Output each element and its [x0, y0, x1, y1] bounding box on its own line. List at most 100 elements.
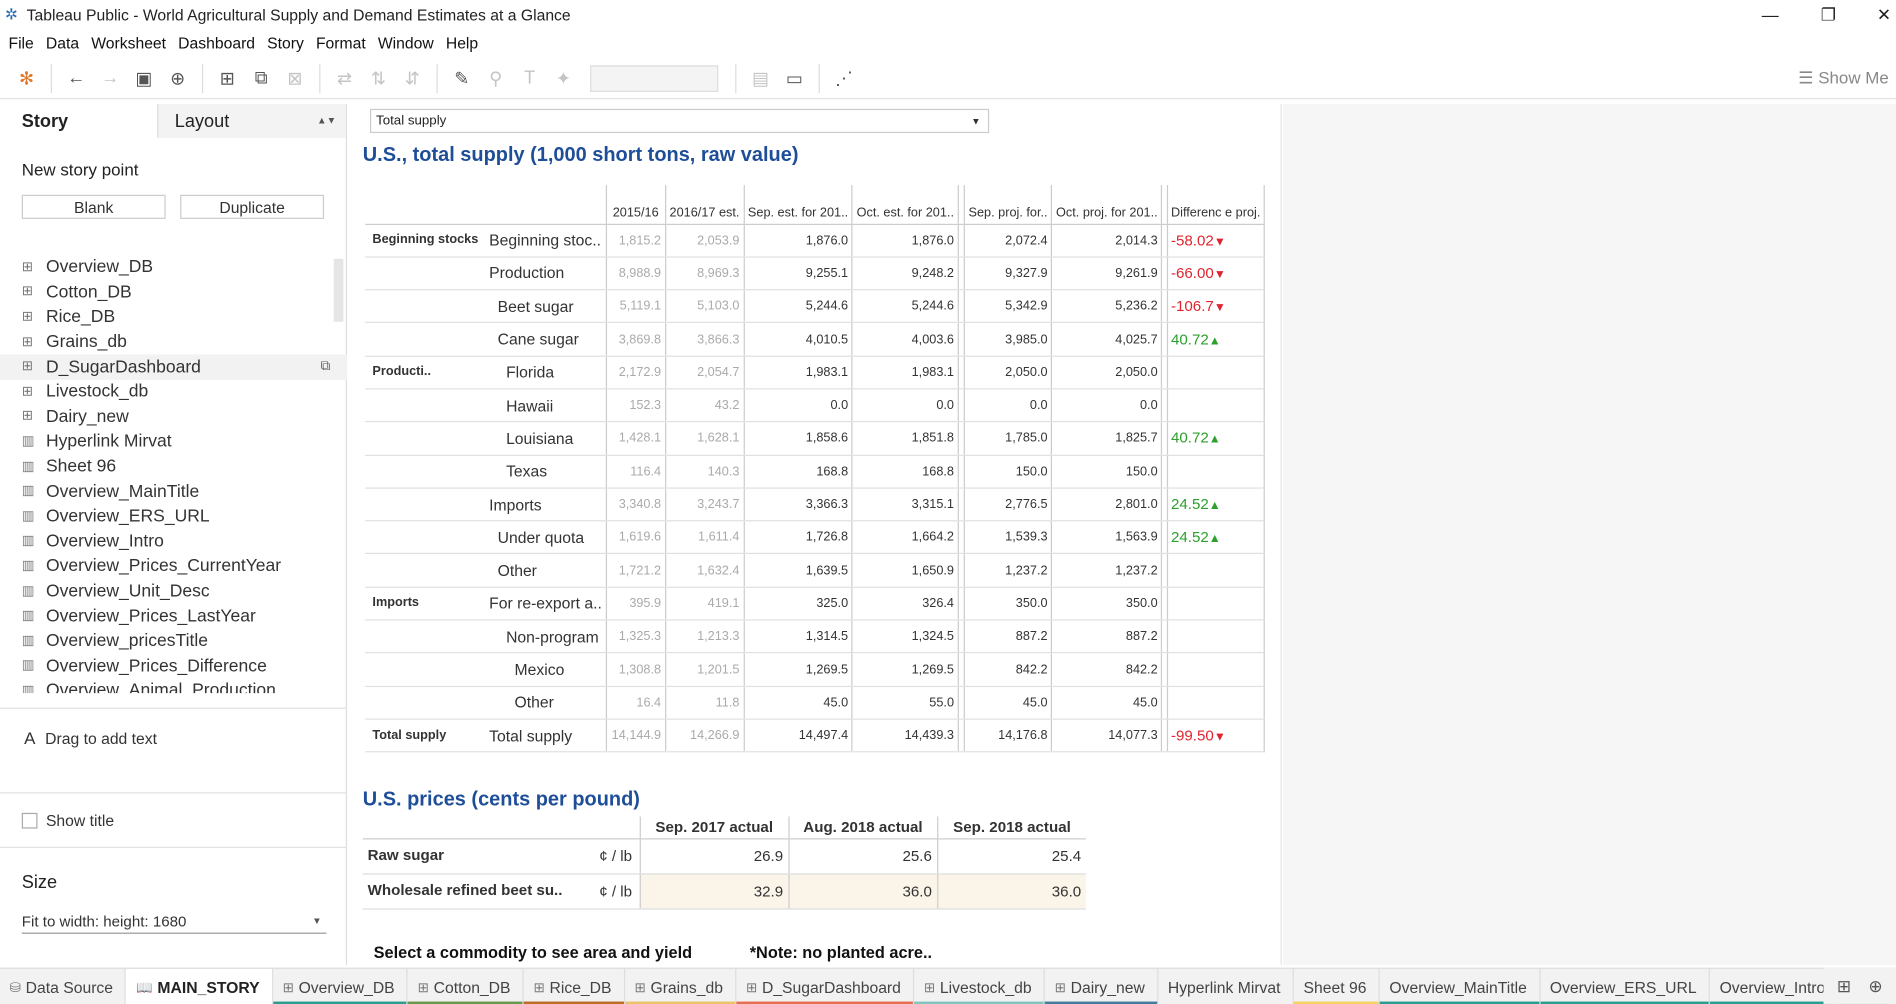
- menu-dashboard[interactable]: Dashboard: [172, 33, 261, 51]
- sheet-tab[interactable]: Hyperlink Mirvat: [1158, 968, 1294, 1004]
- sidebar-item[interactable]: ⊞ Cotton_DB: [0, 280, 347, 305]
- table-cell: 8,988.9: [605, 256, 666, 291]
- sidebar-item[interactable]: ⊞ Grains_db: [0, 330, 347, 355]
- sheet-tab[interactable]: ⊞ Rice_DB: [523, 968, 625, 1004]
- size-dropdown[interactable]: Fit to width: height: 1680 ▼: [21, 910, 327, 934]
- worksheet-icon: ▥: [21, 683, 35, 694]
- sidebar-item[interactable]: ▥ Overview_Prices_CurrentYear: [0, 554, 347, 579]
- sheet-tab[interactable]: Overview_ERS_URL: [1540, 968, 1710, 1004]
- sidebar-item[interactable]: ⊞ Overview_DB: [0, 255, 347, 280]
- menu-worksheet[interactable]: Worksheet: [85, 33, 172, 51]
- menu-data[interactable]: Data: [40, 33, 85, 51]
- supply-filter-dropdown[interactable]: Total supply ▼: [370, 108, 990, 134]
- drag-text-item[interactable]: A Drag to add text: [24, 728, 157, 747]
- sidebar-item[interactable]: ⊞ Dairy_new: [0, 405, 347, 430]
- clear-sheet-icon[interactable]: ⊠: [278, 61, 312, 95]
- menu-story[interactable]: Story: [261, 33, 310, 51]
- sidebar-item[interactable]: ▥ Overview_Prices_Difference: [0, 654, 347, 679]
- sidebar-item[interactable]: ⊞ Livestock_db: [0, 380, 347, 405]
- new-worksheet-icon[interactable]: ⊞: [1828, 976, 1859, 997]
- table-cell: 1,269.5: [851, 653, 959, 687]
- sidebar-item[interactable]: ▥ Overview_pricesTitle: [0, 629, 347, 654]
- dashboard-icon: ⊞: [21, 359, 33, 374]
- sort-ascending-icon[interactable]: ⇅: [362, 61, 396, 95]
- worksheet-icon: ▥: [21, 533, 35, 549]
- presentation-mode-icon[interactable]: ▭: [778, 61, 812, 95]
- undo-icon[interactable]: ←: [59, 61, 93, 95]
- sheet-tab[interactable]: ⊞ Livestock_db: [914, 968, 1045, 1004]
- labels-icon[interactable]: T: [513, 61, 547, 95]
- separator: [201, 63, 204, 93]
- sheet-tab-label: Overview_ERS_URL: [1549, 977, 1697, 997]
- new-worksheet-icon[interactable]: ⊞: [210, 61, 244, 95]
- menu-format[interactable]: Format: [310, 33, 372, 51]
- sheet-tab-actions: ⊞ ⊕: [1823, 967, 1896, 1004]
- table-row: Beginning stocks Beginning stoc.. 1,815.2 2…: [365, 223, 1266, 258]
- sidebar-item[interactable]: ⊞ Rice_DB: [0, 305, 347, 330]
- table-row: Mexico 1,308.8 1,201.5 1,269.5 1,269.5 842.2 8…: [365, 653, 1266, 687]
- sort-descending-icon[interactable]: ⇵: [395, 61, 429, 95]
- sidebar-item[interactable]: ▥ Overview_Intro: [0, 529, 347, 554]
- highlight-icon[interactable]: ✎: [445, 61, 479, 95]
- scrollbar-thumb[interactable]: [333, 258, 344, 322]
- sheet-tab[interactable]: Overview_Intro: [1709, 968, 1839, 1004]
- show-cards-icon[interactable]: ▤: [744, 61, 778, 95]
- menu-window[interactable]: Window: [372, 33, 440, 51]
- sidebar-item[interactable]: ▥ Overview_Animal_Production: [0, 679, 347, 693]
- menu-help[interactable]: Help: [440, 33, 484, 51]
- sidebar-item[interactable]: ▥ Hyperlink Mirvat: [0, 430, 347, 455]
- row-group-label: Producti..: [365, 355, 482, 390]
- duplicate-button[interactable]: Duplicate: [180, 194, 325, 219]
- save-icon[interactable]: ▣: [127, 61, 161, 95]
- redo-icon[interactable]: →: [93, 61, 127, 95]
- sheet-tab[interactable]: Sheet 96: [1293, 968, 1380, 1004]
- sheet-tab[interactable]: Overview_MainTitle: [1379, 968, 1541, 1004]
- sheet-tab[interactable]: ⊞ D_SugarDashboard: [736, 968, 915, 1004]
- sheet-tab[interactable]: 📖 MAIN_STORY: [126, 968, 273, 1004]
- sheet-tab[interactable]: ⊞ Grains_db: [624, 968, 737, 1004]
- sidebar-item[interactable]: ⊞ D_SugarDashboard ⧉: [0, 354, 348, 380]
- sidebar-item[interactable]: ▥ Overview_MainTitle: [0, 479, 347, 504]
- maximize-button[interactable]: ❐: [1800, 0, 1856, 29]
- pin-icon[interactable]: ✦: [547, 61, 581, 95]
- table-cell: 168.8: [743, 454, 853, 489]
- sheet-tab-label: Grains_db: [650, 977, 724, 997]
- sheet-tab[interactable]: ⊞ Cotton_DB: [407, 968, 524, 1004]
- tab-story[interactable]: Story: [0, 104, 157, 138]
- divider: [0, 792, 348, 794]
- table-cell: 55.0: [851, 686, 959, 720]
- blank-button[interactable]: Blank: [21, 194, 166, 219]
- sidebar-item-label: Overview_pricesTitle: [45, 631, 209, 652]
- duplicate-sheet-icon[interactable]: ⧉: [244, 61, 278, 95]
- show-title-checkbox[interactable]: Show title: [21, 812, 114, 830]
- tab-layout[interactable]: Layout ▲▼: [156, 104, 346, 138]
- tableau-start-icon[interactable]: ✻: [10, 61, 44, 95]
- new-dashboard-icon[interactable]: ⊕: [1860, 976, 1891, 997]
- sidebar-item[interactable]: ▥ Sheet 96: [0, 455, 347, 480]
- swap-icon[interactable]: ⇄: [328, 61, 362, 95]
- new-datasource-icon[interactable]: ⊕: [161, 61, 195, 95]
- group-icon[interactable]: ⚲: [479, 61, 513, 95]
- table-cell: 5,244.6: [851, 289, 959, 324]
- dashboard-icon: ⊞: [923, 980, 936, 995]
- sidebar-item[interactable]: ▥ Overview_Unit_Desc: [0, 579, 347, 604]
- prices-row: Wholesale refined beet su.. ¢ / lb 32.9 36.…: [362, 873, 1087, 910]
- table-cell: 152.3: [605, 388, 666, 423]
- share-icon[interactable]: ⋰: [827, 61, 861, 95]
- row-label: Mexico: [481, 653, 607, 687]
- minimize-button[interactable]: —: [1742, 0, 1798, 29]
- open-external-icon[interactable]: ⧉: [321, 359, 331, 375]
- show-me-button[interactable]: ☰ Show Me: [1798, 68, 1888, 89]
- sheet-tab[interactable]: ⊞ Dairy_new: [1044, 968, 1159, 1004]
- close-button[interactable]: ✕: [1856, 0, 1896, 29]
- unit-label: ¢ / lb: [567, 873, 640, 910]
- table-cell: 1,563.9: [1051, 520, 1162, 555]
- sheet-tab[interactable]: ⊞ Overview_DB: [272, 968, 408, 1004]
- fit-dropdown[interactable]: [590, 64, 719, 92]
- sidebar-item[interactable]: ▥ Overview_Prices_LastYear: [0, 604, 347, 629]
- table-cell: 1,983.1: [743, 355, 853, 390]
- menu-file[interactable]: File: [2, 33, 39, 51]
- sheet-tab[interactable]: ⛁ Data Source: [0, 968, 127, 1004]
- sidebar-item[interactable]: ▥ Overview_ERS_URL: [0, 504, 347, 529]
- table-cell: 9,327.9: [963, 256, 1052, 291]
